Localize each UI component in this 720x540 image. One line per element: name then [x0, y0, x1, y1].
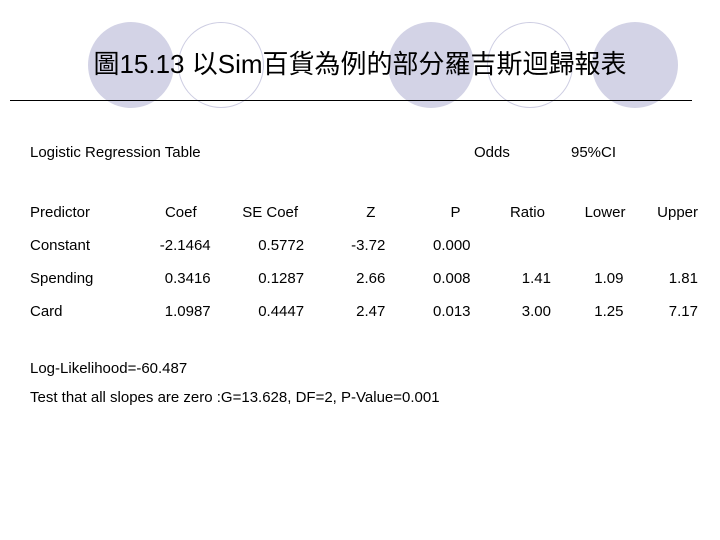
- cell-se-coef: 0.1287: [258, 270, 305, 287]
- cell-coef: 0.3416: [164, 270, 211, 287]
- table-row: Constant -2.1464 0.5772 -3.72 0.000: [0, 229, 720, 262]
- table-header: Predictor Coef SE Coef Z P Ratio Lower U…: [0, 196, 720, 229]
- cell-p: 0.000: [432, 237, 471, 254]
- table-row: Card 1.0987 0.4447 2.47 0.013 3.00 1.25 …: [0, 295, 720, 328]
- column-header-upper: Upper: [657, 204, 698, 221]
- cell-lower: 1.09: [594, 270, 624, 287]
- cell-predictor: Constant: [30, 237, 91, 254]
- cell-upper: [635, 229, 720, 262]
- cell-ratio: 1.41: [521, 270, 551, 287]
- table-row: Spending 0.3416 0.1287 2.66 0.008 1.41 1…: [0, 262, 720, 295]
- cell-z: -3.72: [351, 237, 386, 254]
- footnote-log-likelihood: Log-Likelihood=-60.487: [30, 360, 188, 377]
- cell-upper: 1.81: [668, 270, 698, 287]
- cell-p: 0.008: [432, 270, 471, 287]
- column-header-p: P: [450, 204, 461, 221]
- column-header-lower: Lower: [584, 204, 626, 221]
- column-header-predictor: Predictor: [30, 204, 91, 221]
- cell-predictor: Spending: [30, 270, 94, 287]
- column-header-z: Z: [366, 204, 376, 221]
- cell-coef: -2.1464: [159, 237, 211, 254]
- table-caption-row: Logistic Regression Table Odds 95%CI: [0, 118, 720, 161]
- cell-se-coef: 0.5772: [258, 237, 305, 254]
- footnote-slope-test: Test that all slopes are zero :G=13.628,…: [30, 389, 440, 406]
- confidence-interval-group-header: 95%CI: [571, 144, 617, 161]
- cell-coef: 1.0987: [164, 303, 211, 320]
- report-footnotes: Log-Likelihood=-60.487 Test that all slo…: [30, 354, 440, 412]
- page-title: 圖15.13 以Sim百貨為例的部分羅吉斯迴歸報表: [93, 49, 627, 79]
- column-header-ratio: Ratio: [509, 204, 545, 221]
- cell-p: 0.013: [432, 303, 471, 320]
- cell-ratio: [485, 229, 563, 262]
- title-divider: [10, 100, 692, 101]
- regression-table: Predictor Coef SE Coef Z P Ratio Lower U…: [0, 196, 720, 328]
- table-body: Constant -2.1464 0.5772 -3.72 0.000 Spen…: [0, 229, 720, 328]
- odds-group-header: Odds: [474, 144, 510, 161]
- cell-z: 2.47: [356, 303, 386, 320]
- cell-ratio: 3.00: [521, 303, 551, 320]
- cell-predictor: Card: [30, 303, 63, 320]
- title-band: 圖15.13 以Sim百貨為例的部分羅吉斯迴歸報表: [0, 0, 720, 118]
- cell-se-coef: 0.4447: [258, 303, 305, 320]
- cell-z: 2.66: [356, 270, 386, 287]
- cell-lower: [563, 229, 635, 262]
- logistic-regression-report: Logistic Regression Table Odds 95%CI Pre…: [0, 118, 720, 406]
- column-header-coef: Coef: [164, 204, 197, 221]
- column-header-se-coef: SE Coef: [242, 204, 299, 221]
- cell-lower: 1.25: [594, 303, 624, 320]
- table-caption: Logistic Regression Table: [30, 144, 201, 161]
- cell-upper: 7.17: [668, 303, 698, 320]
- table-header-row: Predictor Coef SE Coef Z P Ratio Lower U…: [0, 196, 720, 229]
